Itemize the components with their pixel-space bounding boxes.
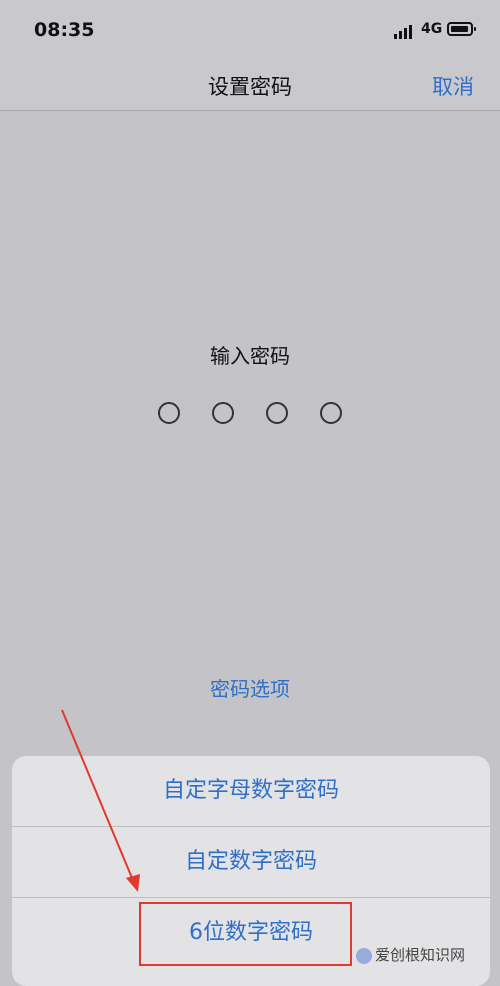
watermark-logo-icon (356, 947, 372, 964)
watermark: 爱创根知识网 (356, 944, 465, 965)
annotation-arrow (61, 709, 140, 892)
watermark-text: 爱创根知识网 (375, 946, 466, 964)
